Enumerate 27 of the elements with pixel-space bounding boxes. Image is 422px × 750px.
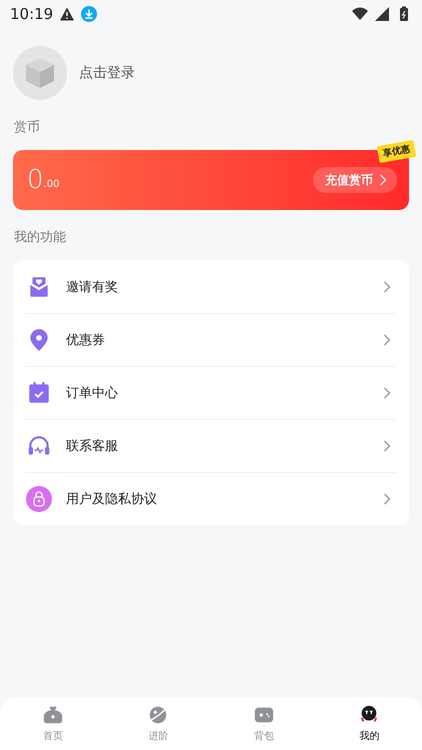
chevron-icon xyxy=(383,440,391,452)
login-link[interactable]: 点击登录 xyxy=(79,64,135,82)
menu-item[interactable]: 优惠券 xyxy=(25,313,397,366)
section-title: 我的功能 xyxy=(14,230,66,245)
chevron-icon xyxy=(383,280,391,292)
menu-item[interactable]: 订单中心 xyxy=(25,366,397,419)
wifi-icon xyxy=(352,6,368,22)
bag-icon xyxy=(42,704,64,726)
cube-icon xyxy=(25,57,55,89)
coin-decimals: .00 xyxy=(44,179,60,190)
chevron-icon xyxy=(383,493,391,505)
chevron-icon xyxy=(383,334,391,346)
planet-icon xyxy=(147,704,170,726)
download-icon xyxy=(81,6,98,22)
padlock-icon xyxy=(26,486,52,512)
coin-amount: 0 xyxy=(27,165,44,195)
menu-item[interactable]: 联系客服 xyxy=(25,419,397,472)
section-title: 赏币 xyxy=(14,120,40,135)
menu-item[interactable]: 用户及隐私协议 xyxy=(25,472,397,525)
warning-icon xyxy=(59,6,76,22)
tab[interactable]: 我的 xyxy=(316,697,422,750)
menu-item[interactable]: 邀请有奖 xyxy=(25,260,397,313)
chevron-icon xyxy=(379,174,387,186)
discount-badge: 享优惠 xyxy=(376,140,416,164)
signal-icon xyxy=(374,6,390,22)
chevron-icon xyxy=(383,387,391,399)
status-time: 10:19 xyxy=(10,5,54,23)
